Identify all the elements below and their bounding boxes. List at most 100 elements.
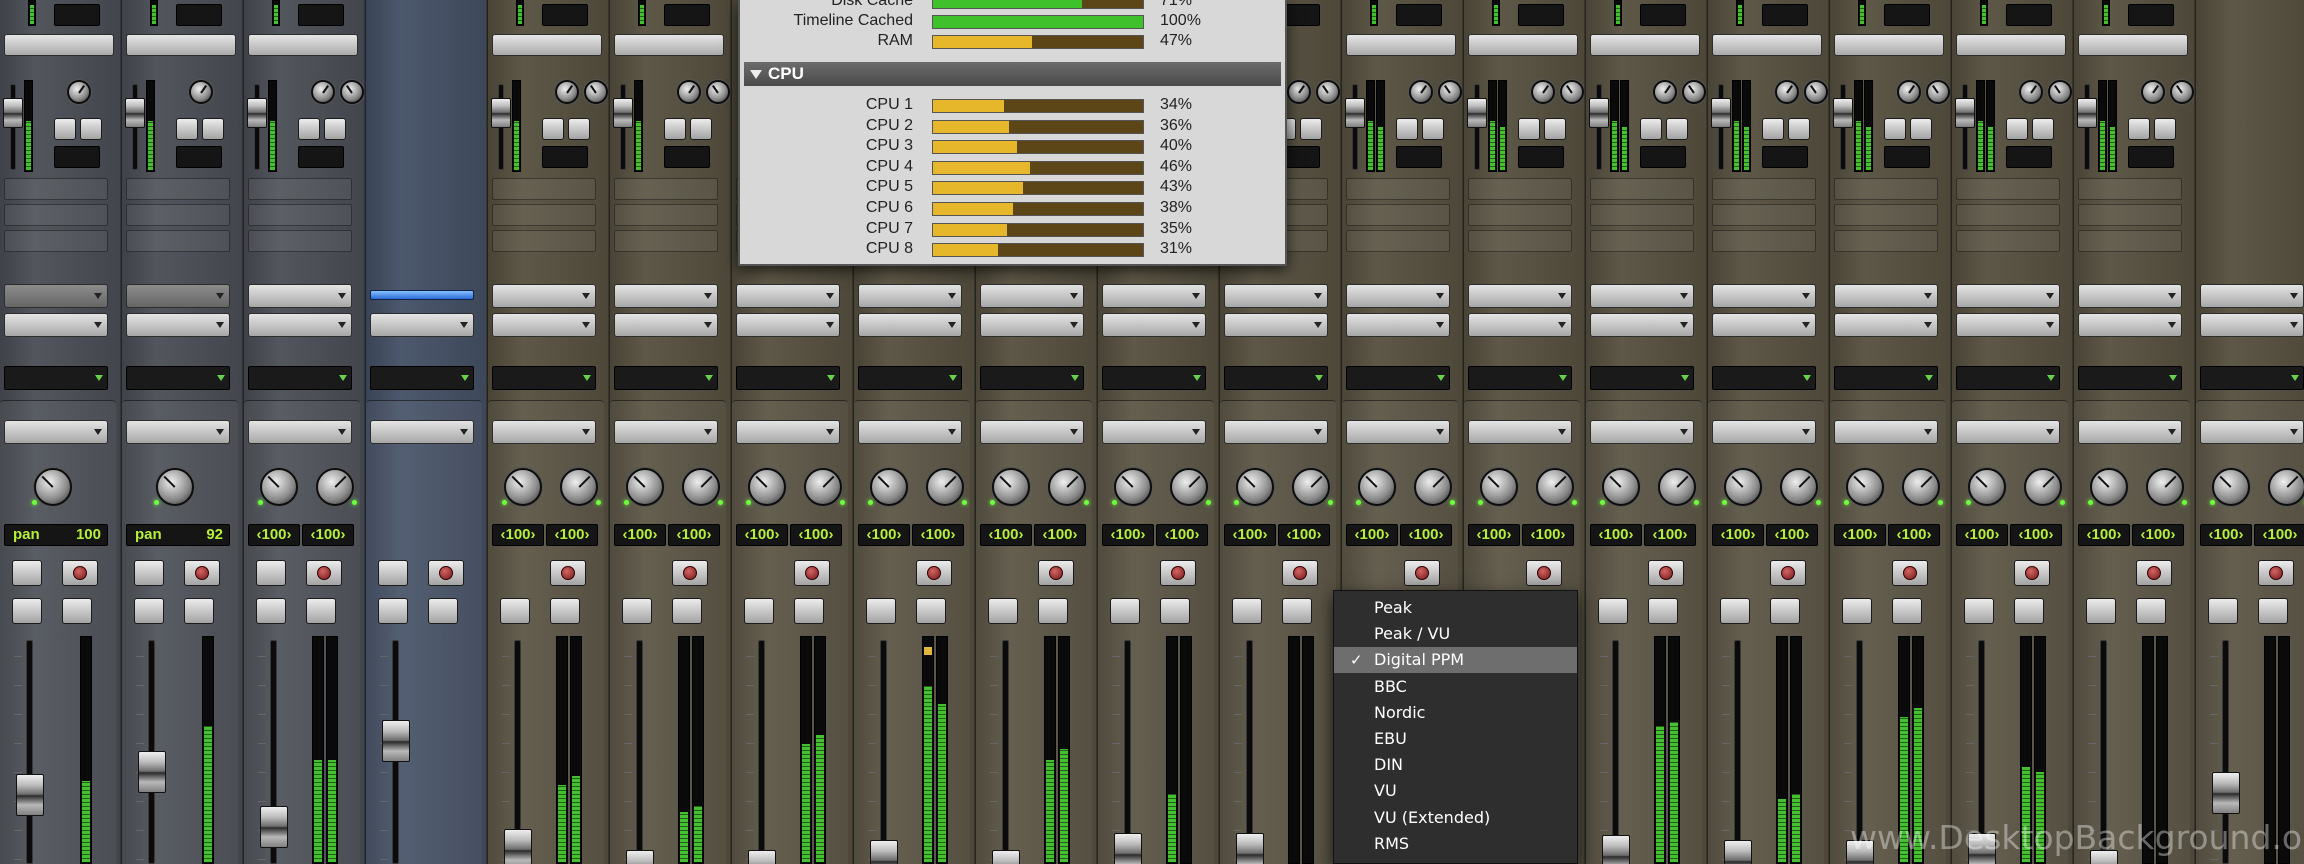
delay-button[interactable] (1346, 34, 1456, 56)
send-pan-knob[interactable] (2141, 80, 2165, 104)
volume-fader-cap[interactable] (626, 850, 654, 864)
send-pan-knob[interactable] (555, 80, 579, 104)
insert-slot[interactable] (614, 230, 718, 252)
input-selector[interactable] (980, 284, 1084, 308)
meter-type-option[interactable]: DIN (1334, 752, 1577, 778)
record-arm-button[interactable] (428, 560, 464, 586)
solo-button[interactable] (12, 598, 42, 624)
output-selector[interactable] (736, 313, 840, 337)
pan-right-knob[interactable] (1292, 468, 1333, 506)
insert-slot[interactable] (4, 178, 108, 200)
send-fader-cap[interactable] (1955, 98, 1975, 128)
insert-slot[interactable] (614, 178, 718, 200)
solo-button[interactable] (134, 598, 164, 624)
insert-slot[interactable] (248, 178, 352, 200)
volume-fader-cap[interactable] (138, 751, 166, 794)
group-selector[interactable] (736, 420, 840, 444)
insert-slot[interactable] (1590, 178, 1694, 200)
solo-button[interactable] (2086, 598, 2116, 624)
automation-mode-selector[interactable] (1712, 366, 1816, 390)
record-arm-button[interactable] (306, 560, 342, 586)
output-selector[interactable] (858, 313, 962, 337)
insert-slot[interactable] (1468, 178, 1572, 200)
output-selector[interactable] (492, 313, 596, 337)
send-mute-button[interactable] (298, 118, 320, 140)
mute-button[interactable] (428, 598, 458, 624)
group-selector[interactable] (2078, 420, 2182, 444)
automation-mode-selector[interactable] (248, 366, 352, 390)
input-selector[interactable] (492, 284, 596, 308)
solo-button[interactable] (622, 598, 652, 624)
group-selector[interactable] (980, 420, 1084, 444)
group-selector[interactable] (1590, 420, 1694, 444)
output-selector[interactable] (126, 313, 230, 337)
send-pan-knob[interactable] (340, 80, 364, 104)
send-fader-cap[interactable] (491, 98, 511, 128)
cpu-section-header[interactable]: CPU (744, 62, 1281, 86)
meter-type-option[interactable]: VU (Extended) (1334, 805, 1577, 831)
send-pan-knob[interactable] (1804, 80, 1828, 104)
insert-slot[interactable] (614, 204, 718, 226)
group-selector[interactable] (1956, 420, 2060, 444)
automation-mode-selector[interactable] (2078, 366, 2182, 390)
send-phase-button[interactable] (1544, 118, 1566, 140)
fader-track[interactable] (1002, 640, 1009, 864)
automation-mode-selector[interactable] (614, 366, 718, 390)
pan-left-knob[interactable] (1112, 468, 1152, 506)
pan-right-knob[interactable] (316, 468, 357, 506)
record-arm-button[interactable] (1892, 560, 1928, 586)
send-mute-button[interactable] (664, 118, 686, 140)
meter-type-menu[interactable]: Peak Peak / VU ✓ Digital PPM BBC Nordic EBU DIN… (1333, 590, 1578, 864)
meter-type-option[interactable]: EBU (1334, 726, 1577, 752)
mute-button[interactable] (1160, 598, 1190, 624)
send-mute-button[interactable] (1762, 118, 1784, 140)
insert-slot[interactable] (2078, 204, 2182, 226)
automation-mode-selector[interactable] (980, 366, 1084, 390)
insert-slot[interactable] (126, 178, 230, 200)
pan-left-knob[interactable] (746, 468, 786, 506)
send-pan-knob[interactable] (1560, 80, 1584, 104)
solo-button[interactable] (1842, 598, 1872, 624)
pan-right-knob[interactable] (2146, 468, 2187, 506)
send-pan-knob[interactable] (1926, 80, 1950, 104)
send-pan-knob[interactable] (1438, 80, 1462, 104)
send-mute-button[interactable] (1518, 118, 1540, 140)
send-fader-cap[interactable] (125, 98, 145, 128)
automation-mode-selector[interactable] (1224, 366, 1328, 390)
pan-left-knob[interactable] (2210, 468, 2250, 506)
fader-track[interactable] (1612, 640, 1619, 864)
input-selector[interactable] (1834, 284, 1938, 308)
send-phase-button[interactable] (568, 118, 590, 140)
pan-left-knob[interactable] (1966, 468, 2006, 506)
pan-knob[interactable] (32, 468, 72, 506)
output-selector[interactable] (4, 313, 108, 337)
insert-slot[interactable] (1346, 230, 1450, 252)
group-selector[interactable] (1712, 420, 1816, 444)
group-selector[interactable] (614, 420, 718, 444)
group-selector[interactable] (492, 420, 596, 444)
volume-fader-cap[interactable] (748, 850, 776, 864)
group-selector[interactable] (1346, 420, 1450, 444)
fader-track[interactable] (636, 640, 643, 864)
pan-right-knob[interactable] (1048, 468, 1089, 506)
automation-mode-selector[interactable] (858, 366, 962, 390)
insert-slot[interactable] (1834, 230, 1938, 252)
automation-mode-selector[interactable] (492, 366, 596, 390)
insert-slot[interactable] (492, 204, 596, 226)
output-selector[interactable] (2078, 313, 2182, 337)
send-pan-knob[interactable] (1653, 80, 1677, 104)
send-mute-button[interactable] (1884, 118, 1906, 140)
insert-slot[interactable] (1834, 204, 1938, 226)
insert-slot[interactable] (1712, 230, 1816, 252)
pan-left-knob[interactable] (1356, 468, 1396, 506)
record-arm-button[interactable] (62, 560, 98, 586)
mute-button[interactable] (550, 598, 580, 624)
group-selector[interactable] (370, 420, 474, 444)
send-mute-button[interactable] (2128, 118, 2150, 140)
send-pan-knob[interactable] (1409, 80, 1433, 104)
volume-fader-cap[interactable] (2212, 772, 2240, 815)
send-pan-knob[interactable] (1775, 80, 1799, 104)
insert-slot[interactable] (1468, 230, 1572, 252)
pan-left-knob[interactable] (868, 468, 908, 506)
input-selector[interactable] (1712, 284, 1816, 308)
